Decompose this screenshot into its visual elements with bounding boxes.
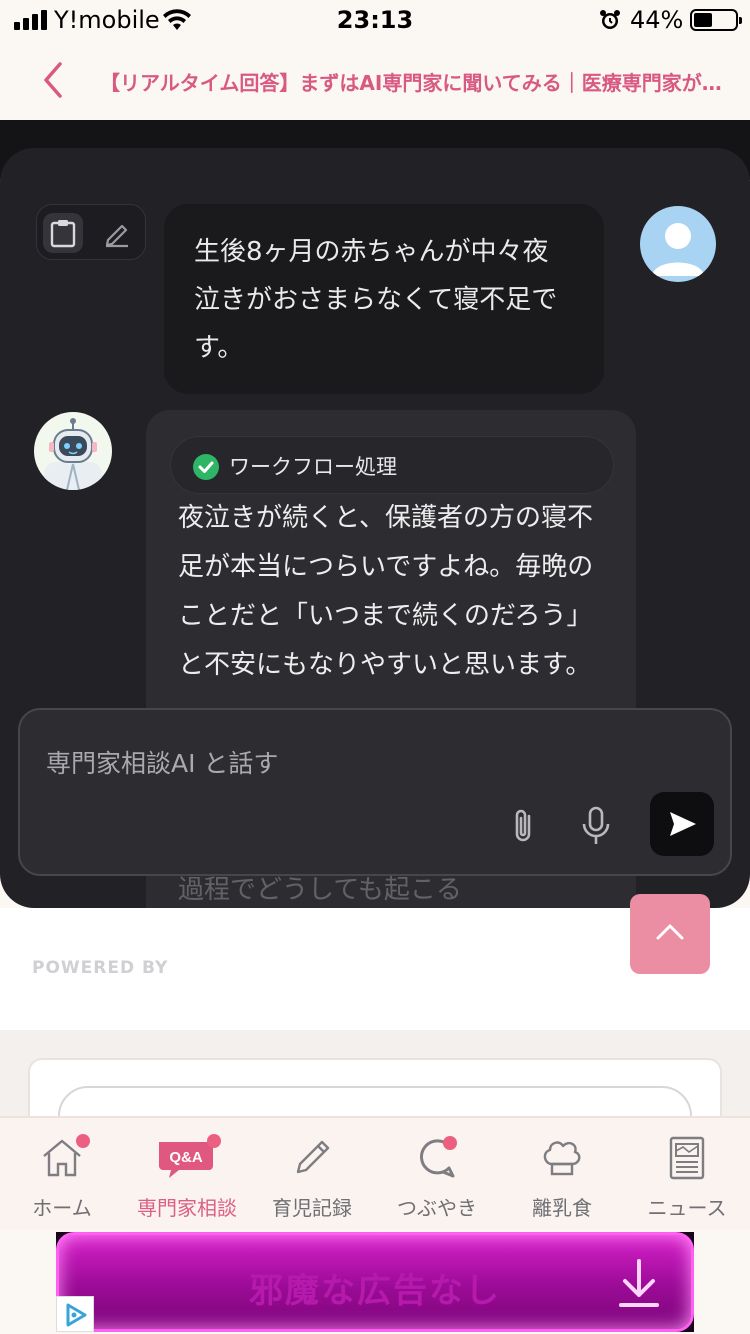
tab-news[interactable]: ニュース — [625, 1134, 749, 1230]
microphone-icon[interactable] — [576, 804, 616, 848]
ad-text: 邪魔な広告なし — [249, 1271, 501, 1311]
workflow-status-chip[interactable]: ワークフロー処理 — [170, 436, 614, 494]
notification-dot — [76, 1134, 90, 1148]
notification-dot — [443, 1136, 457, 1150]
svg-text:Q&A: Q&A — [169, 1149, 203, 1166]
page-title: 【リアルタイム回答】まずはAI専門家に聞いてみる｜医療専門家が個別にお答えします — [100, 71, 736, 95]
tab-label: 離乳食 — [532, 1196, 592, 1220]
user-avatar — [640, 206, 716, 282]
tab-expert-consult[interactable]: Q&A 専門家相談 — [125, 1134, 249, 1230]
chat-input-placeholder: 専門家相談AI と話す — [46, 749, 279, 778]
check-circle-icon — [193, 454, 219, 480]
pencil-edit-icon — [105, 224, 128, 248]
message-tools — [36, 204, 146, 260]
notification-dot — [207, 1134, 221, 1148]
alarm-icon — [600, 10, 620, 29]
tab-label: ホーム — [32, 1196, 92, 1220]
chef-hat-icon — [543, 1141, 581, 1176]
tab-baby-food[interactable]: 離乳食 — [500, 1134, 624, 1230]
send-button[interactable] — [650, 792, 714, 856]
adchoices-icon — [66, 1303, 87, 1327]
user-message: 生後8ヶ月の赤ちゃんが中々夜泣きがおさまらなくて寝不足です。 — [164, 204, 604, 394]
chat-input[interactable]: 専門家相談AI と話す — [18, 708, 732, 876]
tab-label: 育児記録 — [272, 1196, 352, 1220]
tab-label: ニュース — [647, 1196, 727, 1220]
bottom-tab-bar: ホーム Q&A 専門家相談 育児記録 つぶやき 離乳食 ニュース — [0, 1116, 750, 1230]
battery-percent: 44% — [630, 6, 684, 34]
status-bar: Y!mobile 23:13 44% — [0, 0, 750, 40]
back-chevron-icon[interactable] — [36, 58, 76, 102]
newspaper-icon — [669, 1136, 705, 1180]
person-icon — [652, 223, 704, 276]
ad-banner: 邪魔な広告なし — [56, 1232, 694, 1332]
tab-home[interactable]: ホーム — [0, 1134, 124, 1230]
download-arrow-icon — [619, 1259, 659, 1307]
robot-doctor-icon — [44, 418, 102, 490]
paperclip-icon[interactable] — [504, 804, 544, 848]
scroll-to-top-button[interactable] — [630, 894, 710, 974]
edit-button[interactable] — [97, 213, 137, 253]
page-header: 【リアルタイム回答】まずはAI専門家に聞いてみる｜医療専門家が個別にお答えします — [0, 40, 750, 120]
chat-panel: 生後8ヶ月の赤ちゃんが中々夜泣きがおさまらなくて寝不足です。 ワークフロー処理 — [0, 148, 750, 908]
workflow-label: ワークフロー処理 — [229, 455, 397, 479]
tab-label: つぶやき — [397, 1196, 477, 1220]
clipboard-icon — [50, 220, 76, 248]
tab-childcare-log[interactable]: 育児記録 — [250, 1134, 374, 1230]
send-arrow-icon — [670, 812, 696, 836]
ad-button[interactable]: 邪魔な広告なし — [56, 1232, 694, 1332]
pencil-icon — [296, 1140, 330, 1174]
adchoices-button[interactable] — [56, 1296, 94, 1332]
chevron-up-icon — [656, 924, 684, 940]
powered-by-label: POWERED BY — [32, 958, 169, 978]
bot-message-text: 夜泣きが続くと、保護者の方の寝不足が本当につらいですよね。毎晩のことだと「いつま… — [178, 503, 594, 680]
copy-button[interactable] — [43, 213, 83, 253]
tab-label: 専門家相談 — [137, 1196, 237, 1220]
battery-icon — [690, 9, 742, 31]
tab-tweets[interactable]: つぶやき — [375, 1134, 499, 1230]
bot-avatar — [34, 412, 112, 490]
